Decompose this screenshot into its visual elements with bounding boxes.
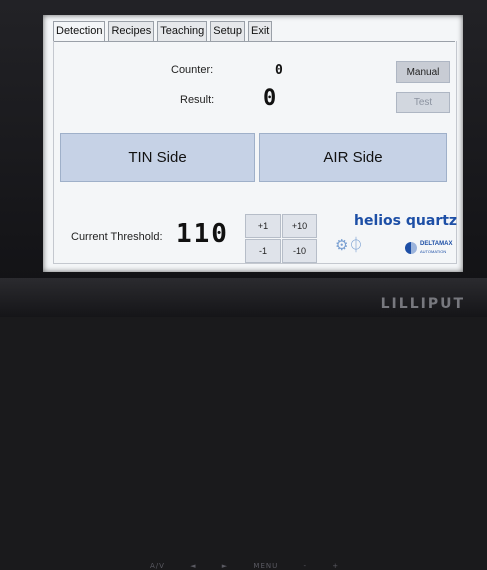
deltamax-name: DELTAMAX: [420, 241, 453, 247]
hw-minus-button[interactable]: -: [303, 562, 307, 570]
plus1-button[interactable]: +1: [245, 214, 281, 238]
monitor-bottom-bar: A/V ◄ ► MENU - + LILLIPUT: [0, 278, 487, 570]
test-button[interactable]: Test: [396, 92, 450, 113]
tin-side-button[interactable]: TIN Side: [60, 133, 255, 182]
hardware-controls: A/V ◄ ► MENU - +: [150, 562, 361, 570]
result-label: Result:: [180, 94, 215, 106]
tab-exit[interactable]: Exit: [248, 21, 273, 42]
counter-value: 0: [275, 63, 283, 78]
deltamax-logo: DELTAMAX AUTOMATION: [405, 241, 452, 255]
hw-right-button[interactable]: ►: [222, 562, 228, 570]
air-side-button[interactable]: AIR Side: [259, 133, 447, 182]
counter-label: Counter:: [171, 64, 214, 76]
monitor-brand: LILLIPUT: [380, 296, 465, 312]
deltamax-logo-icon: [405, 242, 417, 254]
manual-button[interactable]: Manual: [396, 61, 450, 83]
tab-bar: Detection Recipes Teaching Setup Exit: [53, 21, 275, 42]
minus10-button[interactable]: -10: [282, 239, 317, 263]
hw-plus-button[interactable]: +: [332, 562, 339, 570]
hw-av-button[interactable]: A/V: [150, 562, 165, 570]
threshold-label: Current Threshold:: [71, 231, 163, 243]
minus1-button[interactable]: -1: [245, 239, 281, 263]
quartz-logo-icon: ⚙⏀: [335, 236, 364, 254]
tab-setup[interactable]: Setup: [210, 21, 246, 42]
plus10-button[interactable]: +10: [282, 214, 317, 238]
helios-quartz-logo: helios quartz: [354, 213, 458, 229]
threshold-value: 110: [176, 219, 229, 249]
result-value: 0: [263, 86, 277, 111]
tab-recipes[interactable]: Recipes: [108, 21, 155, 42]
tab-detection[interactable]: Detection: [53, 21, 106, 42]
deltamax-subtitle: AUTOMATION: [420, 249, 447, 254]
hw-menu-button[interactable]: MENU: [253, 562, 278, 570]
hw-left-button[interactable]: ◄: [190, 562, 196, 570]
tab-teaching[interactable]: Teaching: [157, 21, 208, 42]
screen: Detection Recipes Teaching Setup Exit Co…: [43, 15, 463, 272]
